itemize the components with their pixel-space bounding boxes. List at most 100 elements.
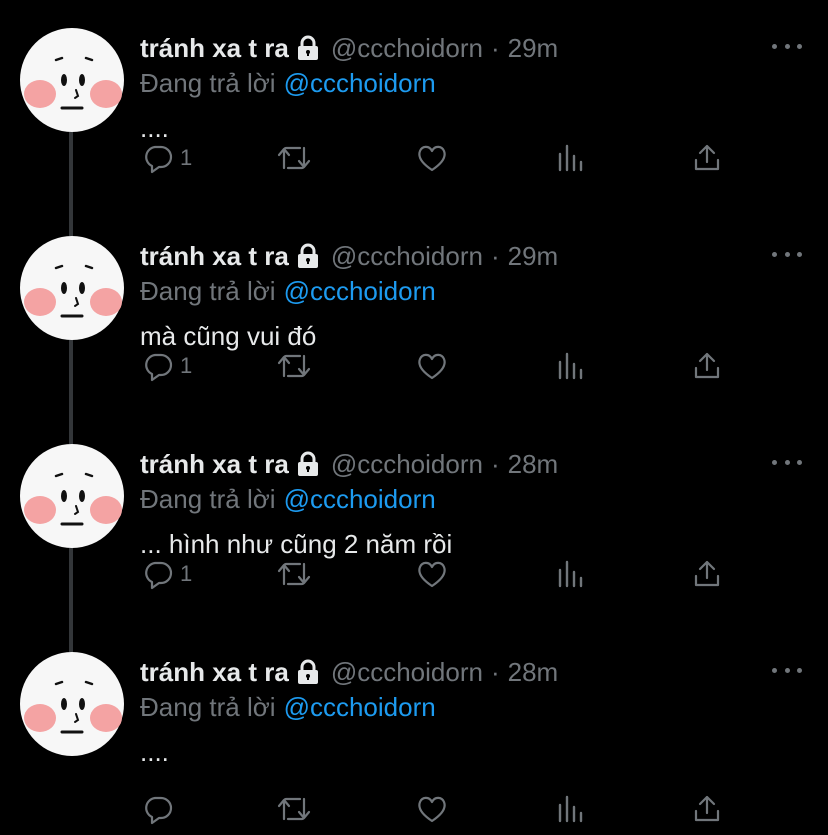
thread-line — [69, 416, 73, 444]
lock-icon — [295, 35, 321, 61]
more-icon[interactable] — [772, 244, 802, 264]
lock-icon — [295, 659, 321, 685]
retweet-button[interactable] — [276, 348, 312, 384]
like-button[interactable] — [416, 348, 448, 384]
like-button[interactable] — [416, 791, 448, 827]
thread-line — [69, 624, 73, 652]
tweet[interactable]: tránh xa t ra @ccchoidorn · 28m Đang trả… — [0, 624, 828, 835]
avatar[interactable] — [20, 444, 124, 548]
retweet-icon — [276, 350, 312, 382]
reply-button[interactable] — [142, 791, 180, 827]
retweet-button[interactable] — [276, 140, 312, 176]
mention-link[interactable]: @ccchoidorn — [284, 484, 436, 514]
tweet-header: tránh xa t ra @ccchoidorn · 28m — [140, 654, 558, 690]
like-button[interactable] — [416, 556, 448, 592]
views-icon — [556, 350, 586, 382]
share-button[interactable] — [692, 140, 722, 176]
display-name[interactable]: tránh xa t ra — [140, 30, 289, 66]
mention-link[interactable]: @ccchoidorn — [284, 68, 436, 98]
like-icon — [416, 558, 448, 590]
tweet[interactable]: tránh xa t ra @ccchoidorn · 28m Đang trả… — [0, 416, 828, 624]
retweet-button[interactable] — [276, 791, 312, 827]
user-handle[interactable]: @ccchoidorn — [331, 446, 483, 482]
share-button[interactable] — [692, 556, 722, 592]
tweet[interactable]: tránh xa t ra @ccchoidorn · 29m Đang trả… — [0, 208, 828, 416]
like-button[interactable] — [416, 140, 448, 176]
more-icon[interactable] — [772, 660, 802, 680]
user-handle[interactable]: @ccchoidorn — [331, 654, 483, 690]
action-bar: 1 — [0, 348, 828, 384]
timestamp[interactable]: 28m — [508, 654, 559, 690]
avatar-image — [20, 236, 124, 340]
display-name[interactable]: tránh xa t ra — [140, 446, 289, 482]
share-icon — [692, 793, 722, 825]
reply-label: Đang trả lời — [140, 484, 276, 514]
action-bar: 1 — [0, 556, 828, 592]
lock-icon — [295, 451, 321, 477]
reply-label: Đang trả lời — [140, 692, 276, 722]
more-icon[interactable] — [772, 36, 802, 56]
reply-context: Đang trả lời @ccchoidorn — [140, 66, 436, 100]
retweet-icon — [276, 793, 312, 825]
reply-icon — [142, 793, 174, 825]
tweet-header: tránh xa t ra @ccchoidorn · 29m — [140, 30, 558, 66]
display-name[interactable]: tránh xa t ra — [140, 238, 289, 274]
reply-icon — [142, 142, 174, 174]
more-icon[interactable] — [772, 452, 802, 472]
separator-dot: · — [490, 33, 500, 63]
timestamp[interactable]: 29m — [508, 30, 559, 66]
share-icon — [692, 142, 722, 174]
reply-button[interactable]: 1 — [142, 348, 192, 384]
timestamp[interactable]: 28m — [508, 446, 559, 482]
tweet-thread: tránh xa t ra @ccchoidorn · 29m Đang trả… — [0, 0, 828, 835]
tweet-text: .... — [140, 737, 169, 767]
tweet[interactable]: tránh xa t ra @ccchoidorn · 29m Đang trả… — [0, 0, 828, 208]
mention-link[interactable]: @ccchoidorn — [284, 692, 436, 722]
like-icon — [416, 350, 448, 382]
reply-label: Đang trả lời — [140, 68, 276, 98]
avatar-image — [20, 28, 124, 132]
reply-label: Đang trả lời — [140, 276, 276, 306]
separator-dot: · — [490, 449, 500, 479]
share-icon — [692, 350, 722, 382]
avatar[interactable] — [20, 28, 124, 132]
share-icon — [692, 558, 722, 590]
like-icon — [416, 142, 448, 174]
thread-line — [69, 208, 73, 236]
views-button[interactable] — [556, 348, 586, 384]
views-button[interactable] — [556, 140, 586, 176]
reply-context: Đang trả lời @ccchoidorn — [140, 690, 436, 724]
reply-context: Đang trả lời @ccchoidorn — [140, 274, 436, 308]
reply-button[interactable]: 1 — [142, 140, 192, 176]
views-button[interactable] — [556, 791, 586, 827]
avatar[interactable] — [20, 236, 124, 340]
reply-context: Đang trả lời @ccchoidorn — [140, 482, 436, 516]
reply-button[interactable]: 1 — [142, 556, 192, 592]
action-bar: 1 — [0, 140, 828, 176]
retweet-button[interactable] — [276, 556, 312, 592]
user-handle[interactable]: @ccchoidorn — [331, 238, 483, 274]
like-icon — [416, 793, 448, 825]
views-icon — [556, 142, 586, 174]
share-button[interactable] — [692, 348, 722, 384]
timestamp[interactable]: 29m — [508, 238, 559, 274]
tweet-header: tránh xa t ra @ccchoidorn · 28m — [140, 446, 558, 482]
lock-icon — [295, 243, 321, 269]
avatar-image — [20, 652, 124, 756]
reply-count: 1 — [180, 353, 193, 378]
tweet-header: tránh xa t ra @ccchoidorn · 29m — [140, 238, 558, 274]
reply-icon — [142, 350, 174, 382]
retweet-icon — [276, 558, 312, 590]
display-name[interactable]: tránh xa t ra — [140, 654, 289, 690]
action-bar — [0, 791, 828, 827]
retweet-icon — [276, 142, 312, 174]
views-button[interactable] — [556, 556, 586, 592]
reply-icon — [142, 558, 174, 590]
share-button[interactable] — [692, 791, 722, 827]
user-handle[interactable]: @ccchoidorn — [331, 30, 483, 66]
views-icon — [556, 793, 586, 825]
views-icon — [556, 558, 586, 590]
separator-dot: · — [490, 241, 500, 271]
avatar[interactable] — [20, 652, 124, 756]
mention-link[interactable]: @ccchoidorn — [284, 276, 436, 306]
